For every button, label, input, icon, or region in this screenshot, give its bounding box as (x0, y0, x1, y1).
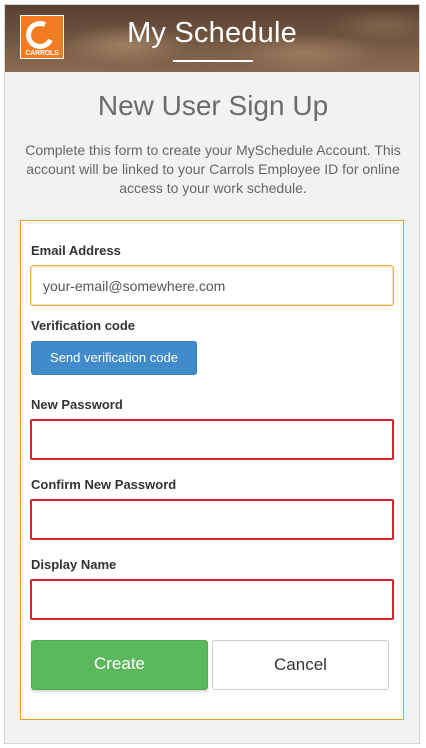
new-password-field[interactable] (30, 419, 394, 460)
logo-text: CARROLS (25, 50, 59, 57)
email-field[interactable] (30, 265, 394, 306)
cancel-button[interactable]: Cancel (212, 640, 389, 690)
intro-text: Complete this form to create your MySche… (25, 142, 401, 196)
display-name-field[interactable] (30, 579, 394, 620)
title-underline (173, 60, 253, 62)
confirm-password-field[interactable] (30, 499, 394, 540)
email-label: Email Address (31, 243, 121, 258)
app-title: My Schedule (127, 17, 297, 49)
app-header: CARROLS My Schedule (5, 5, 419, 72)
new-password-label: New Password (31, 397, 123, 412)
send-verification-code-button[interactable]: Send verification code (31, 341, 197, 375)
page-title: New User Sign Up (97, 90, 329, 121)
create-button[interactable]: Create (31, 640, 208, 690)
verification-code-label: Verification code (31, 318, 136, 333)
confirm-password-label: Confirm New Password (31, 477, 177, 492)
display-name-label: Display Name (31, 557, 117, 572)
